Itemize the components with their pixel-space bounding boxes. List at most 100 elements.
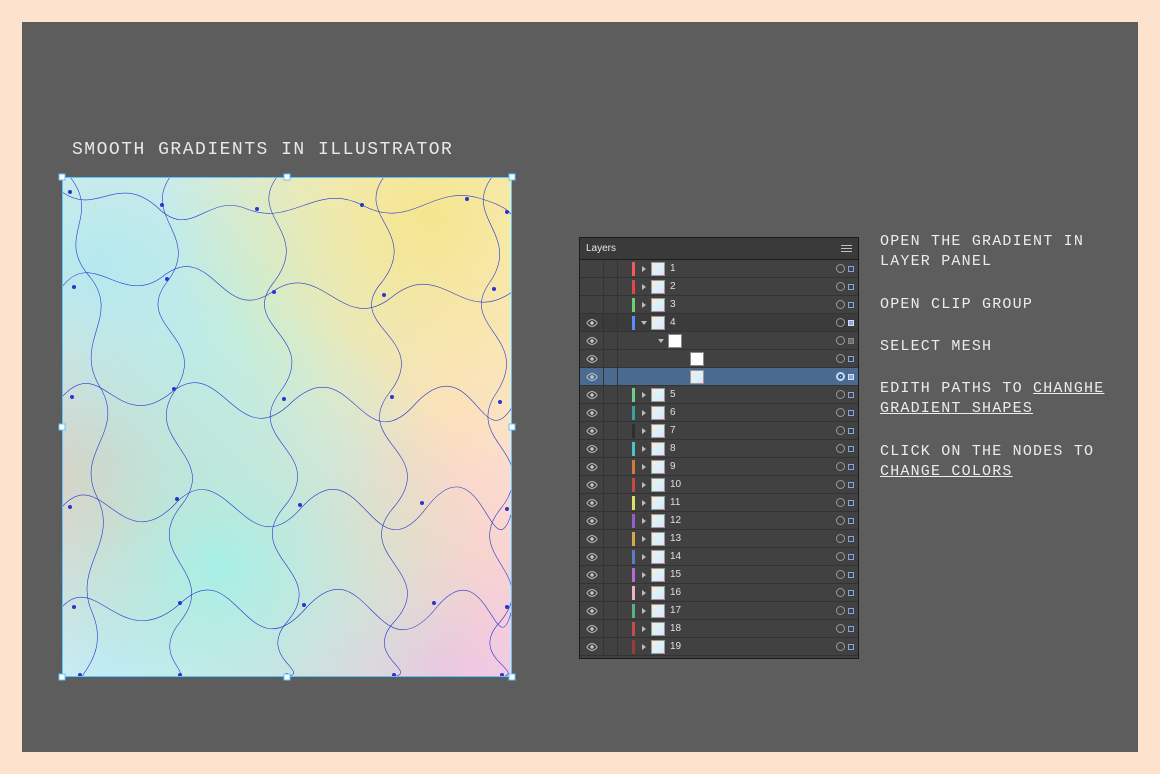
mesh-node[interactable] (165, 277, 169, 281)
layer-name[interactable]: 12 (670, 515, 836, 526)
transform-handle[interactable] (59, 674, 66, 681)
transform-handle[interactable] (509, 674, 516, 681)
layer-name[interactable]: 6 (670, 407, 836, 418)
disclosure-triangle[interactable] (639, 642, 649, 652)
transform-handle[interactable] (284, 674, 291, 681)
layer-name[interactable]: 7 (670, 425, 836, 436)
layer-row[interactable]: 15 (580, 566, 858, 584)
disclosure-triangle[interactable] (639, 498, 649, 508)
layer-name[interactable]: 10 (670, 479, 836, 490)
layer-row[interactable]: 1 (580, 260, 858, 278)
lock-toggle[interactable] (604, 548, 618, 565)
target-icon[interactable] (836, 642, 845, 651)
mesh-node[interactable] (420, 501, 424, 505)
layer-row[interactable]: 7 (580, 422, 858, 440)
target-icon[interactable] (836, 444, 845, 453)
layer-thumbnail[interactable] (668, 334, 682, 348)
layers-list[interactable]: 1 2 3 4 5 6 7 8 (580, 260, 858, 658)
layer-thumbnail[interactable] (651, 424, 665, 438)
selection-indicator[interactable] (848, 518, 854, 524)
lock-toggle[interactable] (604, 638, 618, 655)
mesh-node[interactable] (392, 673, 396, 677)
lock-toggle[interactable] (604, 494, 618, 511)
mesh-node[interactable] (390, 395, 394, 399)
selection-indicator[interactable] (848, 626, 854, 632)
mesh-node[interactable] (78, 673, 82, 677)
disclosure-triangle[interactable] (639, 606, 649, 616)
layer-row[interactable]: 14 (580, 548, 858, 566)
disclosure-triangle[interactable] (639, 480, 649, 490)
layer-name[interactable]: 8 (670, 443, 836, 454)
disclosure-triangle[interactable] (639, 516, 649, 526)
selection-indicator[interactable] (848, 464, 854, 470)
mesh-node[interactable] (282, 397, 286, 401)
visibility-toggle[interactable] (580, 278, 604, 295)
visibility-toggle[interactable] (580, 620, 604, 637)
visibility-toggle[interactable] (580, 548, 604, 565)
layer-thumbnail[interactable] (651, 568, 665, 582)
mesh-grid-overlay[interactable] (62, 177, 512, 677)
mesh-node[interactable] (72, 605, 76, 609)
layer-thumbnail[interactable] (651, 298, 665, 312)
layer-row[interactable]: 6 (580, 404, 858, 422)
mesh-node[interactable] (68, 190, 72, 194)
disclosure-triangle[interactable] (639, 534, 649, 544)
layer-row[interactable]: 17 (580, 602, 858, 620)
target-icon[interactable] (836, 390, 845, 399)
layer-thumbnail[interactable] (651, 640, 665, 654)
layer-name[interactable]: 13 (670, 533, 836, 544)
layer-name[interactable]: 11 (670, 497, 836, 508)
mesh-node[interactable] (175, 497, 179, 501)
layer-name[interactable]: 19 (670, 641, 836, 652)
lock-toggle[interactable] (604, 296, 618, 313)
disclosure-triangle[interactable] (639, 318, 649, 328)
layer-name[interactable]: 1 (670, 263, 836, 274)
layer-thumbnail[interactable] (651, 262, 665, 276)
target-icon[interactable] (836, 480, 845, 489)
layer-thumbnail[interactable] (651, 514, 665, 528)
target-icon[interactable] (836, 408, 845, 417)
selection-indicator[interactable] (848, 284, 854, 290)
mesh-node[interactable] (70, 395, 74, 399)
lock-toggle[interactable] (604, 566, 618, 583)
layer-row[interactable]: 4 (580, 314, 858, 332)
sublayer-row[interactable] (580, 332, 858, 350)
layer-row[interactable]: 2 (580, 278, 858, 296)
lock-toggle[interactable] (604, 386, 618, 403)
target-icon[interactable] (836, 264, 845, 273)
mesh-node[interactable] (160, 203, 164, 207)
target-icon[interactable] (836, 372, 845, 381)
visibility-toggle[interactable] (580, 638, 604, 655)
visibility-toggle[interactable] (580, 332, 604, 349)
mesh-node[interactable] (500, 673, 504, 677)
lock-toggle[interactable] (604, 278, 618, 295)
layer-name[interactable]: 9 (670, 461, 836, 472)
layer-thumbnail[interactable] (651, 406, 665, 420)
disclosure-triangle[interactable] (639, 462, 649, 472)
layers-tab[interactable]: Layers (586, 243, 616, 254)
layer-thumbnail[interactable] (651, 388, 665, 402)
layer-thumbnail[interactable] (651, 442, 665, 456)
visibility-toggle[interactable] (580, 476, 604, 493)
visibility-toggle[interactable] (580, 404, 604, 421)
layer-row[interactable]: 5 (580, 386, 858, 404)
layer-name[interactable]: 15 (670, 569, 836, 580)
mesh-path[interactable] (62, 267, 512, 309)
target-icon[interactable] (836, 318, 845, 327)
layer-row[interactable]: 18 (580, 620, 858, 638)
transform-handle[interactable] (284, 174, 291, 181)
mesh-path[interactable] (264, 177, 299, 677)
layer-row[interactable]: 13 (580, 530, 858, 548)
layer-thumbnail[interactable] (651, 586, 665, 600)
layer-row[interactable]: 16 (580, 584, 858, 602)
selection-indicator[interactable] (848, 428, 854, 434)
target-icon[interactable] (836, 624, 845, 633)
visibility-toggle[interactable] (580, 314, 604, 331)
layer-row[interactable]: 8 (580, 440, 858, 458)
target-icon[interactable] (836, 300, 845, 309)
layer-row[interactable]: 3 (580, 296, 858, 314)
visibility-toggle[interactable] (580, 566, 604, 583)
visibility-toggle[interactable] (580, 260, 604, 277)
target-icon[interactable] (836, 516, 845, 525)
selection-indicator[interactable] (848, 392, 854, 398)
